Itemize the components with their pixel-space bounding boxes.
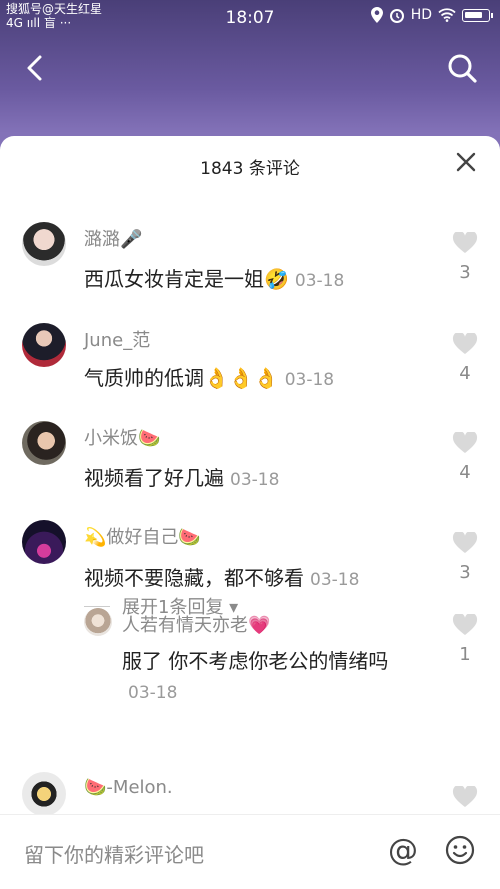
top-nav	[0, 40, 500, 96]
hd-label: HD	[410, 7, 432, 23]
comment-author[interactable]: 小米饭🍉	[84, 424, 160, 450]
avatar[interactable]	[22, 323, 66, 367]
comment-body: 气质帅的低调👌👌👌	[84, 366, 279, 390]
mention-button[interactable]: @	[388, 833, 418, 868]
comment-author[interactable]: June_范	[84, 326, 150, 352]
expand-replies-label: 展开1条回复 ▾	[122, 597, 239, 618]
like-count: 1	[459, 644, 471, 665]
close-icon[interactable]	[454, 150, 478, 174]
status-bar: 搜狐号@天生红星 4G ııll 盲 ··· 18:07 HD	[0, 0, 500, 34]
avatar[interactable]	[22, 222, 66, 266]
comment-body: 视频不要隐藏，都不够看	[84, 566, 304, 590]
battery-icon	[462, 8, 493, 22]
like-button[interactable]: 3	[452, 530, 478, 583]
comment-input-bar: 留下你的精彩评论吧 @	[0, 814, 500, 889]
heart-icon	[452, 430, 478, 453]
comment-input[interactable]: 留下你的精彩评论吧	[24, 839, 204, 868]
comment-author[interactable]: 潞潞🎤	[84, 225, 142, 251]
comment-text: 视频不要隐藏，都不够看 03-18	[84, 562, 359, 591]
like-button[interactable]: 3	[452, 230, 478, 283]
heart-icon	[452, 530, 478, 553]
back-icon[interactable]	[18, 48, 58, 88]
comment-date: 03-18	[230, 470, 280, 490]
divider	[84, 605, 110, 607]
reply-date: 03-18	[128, 683, 178, 703]
comment-text: 气质帅的低调👌👌👌 03-18	[84, 362, 334, 391]
comment-date: 03-18	[294, 271, 345, 291]
status-right: HD	[370, 7, 493, 23]
search-icon[interactable]	[442, 48, 482, 88]
location-icon	[370, 7, 383, 23]
like-button[interactable]: 4	[452, 430, 478, 483]
comment-date: 03-18	[310, 570, 360, 590]
avatar[interactable]	[22, 772, 66, 816]
comment-author[interactable]: 💫做好自己🍉	[84, 523, 201, 549]
comment-sheet: 1843 条评论	[0, 136, 500, 888]
heart-icon	[452, 230, 478, 253]
expand-replies-button[interactable]: 展开1条回复 ▾	[84, 593, 238, 619]
emoji-icon[interactable]	[445, 835, 475, 865]
like-button[interactable]	[452, 784, 478, 812]
heart-icon	[452, 612, 478, 635]
comment-text: 西瓜女妆肯定是一姐🤣 03-18	[84, 263, 344, 292]
like-button[interactable]: 1	[452, 612, 478, 665]
alarm-icon	[389, 9, 404, 23]
comment-date: 03-18	[284, 370, 335, 390]
avatar[interactable]	[22, 421, 66, 465]
like-button[interactable]: 4	[452, 331, 478, 384]
like-count: 3	[459, 562, 471, 583]
comment-count-title: 1843 条评论	[200, 159, 300, 179]
wifi-icon	[438, 8, 456, 22]
comment-text: 视频看了好几遍 03-18	[84, 462, 279, 491]
avatar[interactable]	[22, 520, 66, 564]
like-count: 4	[459, 462, 471, 483]
reply-text: 服了 你不考虑你老公的情绪吗 03-18	[122, 646, 422, 708]
comment-author[interactable]: 🍉-Melon.	[84, 777, 173, 798]
heart-icon	[452, 784, 478, 807]
reply-body: 服了 你不考虑你老公的情绪吗	[122, 649, 389, 673]
comment-body: 西瓜女妆肯定是一姐🤣	[84, 267, 289, 291]
like-count: 3	[459, 262, 471, 283]
heart-icon	[452, 331, 478, 354]
comment-body: 视频看了好几遍	[84, 466, 224, 490]
like-count: 4	[459, 363, 471, 384]
